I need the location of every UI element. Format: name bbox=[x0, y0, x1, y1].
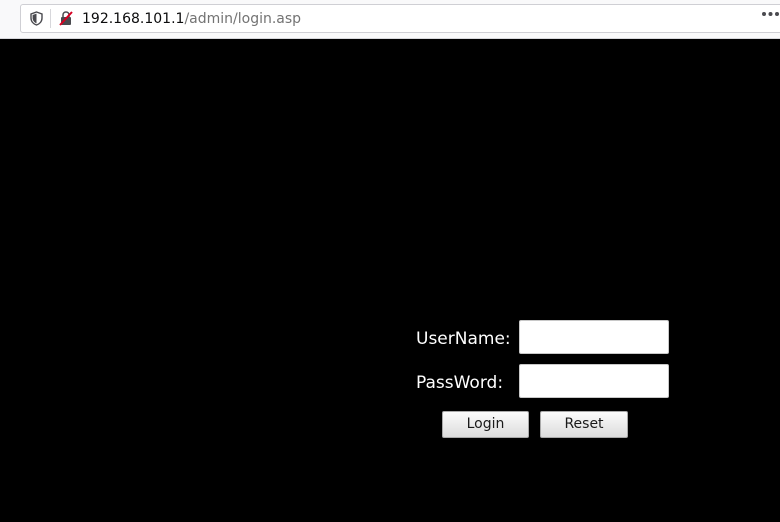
browser-toolbar: 192.168.101.1/admin/login.asp bbox=[0, 0, 780, 39]
url-path: /admin/login.asp bbox=[184, 11, 302, 27]
username-label: UserName: bbox=[416, 329, 511, 349]
url-text[interactable]: 192.168.101.1/admin/login.asp bbox=[82, 10, 301, 28]
url-host: 192.168.101.1 bbox=[82, 11, 185, 27]
password-label: PassWord: bbox=[416, 373, 504, 393]
page-content: UserName: PassWord: Login Reset bbox=[0, 39, 780, 522]
address-bar[interactable]: 192.168.101.1/admin/login.asp bbox=[20, 4, 780, 33]
reset-button[interactable]: Reset bbox=[540, 411, 628, 438]
insecure-lock-icon[interactable] bbox=[58, 10, 74, 26]
address-separator bbox=[50, 9, 51, 28]
username-input[interactable] bbox=[519, 320, 669, 354]
login-button[interactable]: Login bbox=[442, 411, 529, 438]
password-input[interactable] bbox=[519, 364, 669, 398]
more-options-icon[interactable] bbox=[761, 11, 780, 17]
shield-icon[interactable] bbox=[30, 11, 43, 26]
